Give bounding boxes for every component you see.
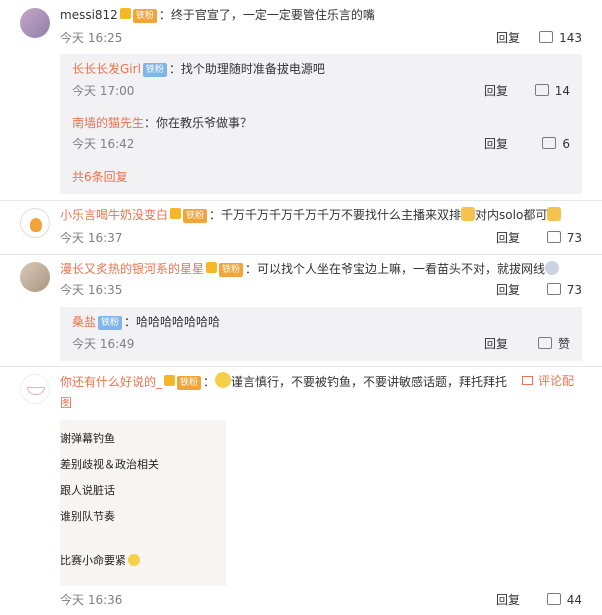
reply-list: 桑盐 铁粉 ：哈哈哈哈哈哈哈 今天 16:49 回复 赞 [60, 307, 582, 361]
like-button[interactable]: 14 [522, 81, 570, 101]
timestamp: 今天 16:42 [72, 137, 135, 151]
reply-button[interactable]: 回复 [496, 590, 520, 610]
like-count: 143 [559, 31, 582, 45]
comment-meta: 今天 16:35 回复 73 [60, 280, 582, 300]
reply-body: 南墙的猫先生：你在教乐爷做事？ [72, 114, 570, 132]
like-count: 73 [566, 283, 582, 297]
like-button[interactable]: 73 [534, 280, 582, 300]
comment-text: ：可以找个人坐在爷宝边上嘛，一看苗头不对，就拔网线 [245, 262, 546, 276]
comment-body: 你还有什么好说的_ 铁粉：谨言慎行，不要被钓鱼，不要讲敏感话题，拜托拜托 评论配 [60, 372, 574, 390]
timestamp: 今天 17:00 [72, 84, 135, 98]
comment-text: 谨言慎行，不要被钓鱼，不要讲敏感话题，拜托拜托 [231, 375, 508, 389]
image-text-line: 比赛小命要紧 [60, 552, 140, 568]
crown-icon [170, 208, 182, 219]
like-button[interactable]: 赞 [522, 334, 570, 354]
reply-list: 长长长发Girl 铁粉 ：找个助理随时准备拔电源吧 今天 17:00 回复 14 南… [60, 54, 582, 194]
username[interactable]: 小乐言喝牛奶没变白 [60, 208, 168, 222]
thumb-up-icon [546, 231, 561, 243]
reply-meta: 今天 16:49 回复 赞 [72, 334, 570, 354]
fan-badge: 铁粉 [219, 263, 244, 277]
comment-body: messi812 铁粉 ：终于官宣了，一定一定要管住乐言的嘴 [60, 6, 582, 24]
like-button[interactable]: 143 [534, 28, 582, 48]
attachment-link-continued[interactable]: 图 [60, 394, 582, 412]
reply-text: ：你在教乐爷做事？ [144, 116, 253, 130]
divider [0, 200, 602, 201]
like-button[interactable]: 73 [534, 228, 582, 248]
timestamp: 今天 16:49 [72, 337, 135, 351]
reply-meta: 今天 17:00 回复 14 [72, 81, 570, 101]
username[interactable]: 你还有什么好说的_ [60, 375, 162, 389]
timestamp: 今天 16:35 [60, 283, 123, 297]
reply-button[interactable]: 回复 [484, 334, 508, 354]
comment-text: ：终于官宣了，一定一定要管住乐言的嘴 [158, 8, 375, 22]
reply-meta: 今天 16:42 回复 6 [72, 134, 570, 154]
like-count: 赞 [557, 337, 570, 351]
thumb-up-icon [539, 31, 554, 43]
attachment-link[interactable]: 评论配 [521, 372, 574, 390]
username[interactable]: 桑盐 [72, 315, 96, 329]
thumb-up-icon [542, 137, 557, 149]
username[interactable]: 南墙的猫先生 [72, 116, 144, 130]
like-button[interactable]: 6 [522, 134, 570, 154]
thumb-up-icon [537, 337, 552, 349]
comment-text-2: 对内solo都可 [475, 208, 548, 222]
crown-icon [164, 375, 176, 386]
reply-button[interactable]: 回复 [496, 228, 520, 248]
reply-body: 桑盐 铁粉 ：哈哈哈哈哈哈哈 [72, 313, 570, 331]
comment-body: 小乐言喝牛奶没变白 铁粉 ：千万千万千万千万千万不要找什么主播来双排 对内solo都可 [60, 206, 582, 224]
like-count: 6 [562, 137, 570, 151]
comment-meta: 今天 16:25 回复 143 [60, 28, 582, 48]
fan-badge: 铁粉 [142, 63, 167, 77]
reply-button[interactable]: 回复 [496, 280, 520, 300]
attached-image[interactable]: 谢弹幕钓鱼 差别歧视＆政治相关 跟人说脏话 谁别队节奏 比赛小命要紧 [60, 420, 226, 586]
reply-button[interactable]: 回复 [496, 28, 520, 48]
image-text-line: 谢弹幕钓鱼 [60, 432, 115, 445]
reply-text: ：哈哈哈哈哈哈哈 [124, 315, 221, 329]
reply-text: ：找个助理随时准备拔电源吧 [168, 62, 325, 76]
like-count: 44 [566, 593, 582, 607]
reply-body: 长长长发Girl 铁粉 ：找个助理随时准备拔电源吧 [72, 60, 570, 78]
crown-icon [206, 262, 218, 273]
pray-emoji-icon [461, 207, 476, 221]
comment-text: ：千万千万千万千万千万不要找什么主播来双排 [209, 208, 462, 222]
crown-icon [119, 8, 131, 19]
like-count: 14 [554, 84, 570, 98]
fan-badge: 铁粉 [177, 376, 202, 390]
reply-button[interactable]: 回复 [484, 81, 508, 101]
timestamp: 今天 16:37 [60, 231, 123, 245]
avatar[interactable] [20, 208, 50, 238]
thumb-up-icon [546, 283, 561, 295]
fan-badge: 铁粉 [98, 316, 123, 330]
image-text-line: 差别歧视＆政治相关 [60, 458, 159, 471]
like-button[interactable]: 44 [534, 590, 582, 610]
image-icon [521, 376, 533, 385]
pray-emoji-icon [547, 207, 562, 221]
image-text-line: 谁别队节奏 [60, 510, 115, 523]
emoji-icon [545, 261, 560, 275]
more-replies-link[interactable]: 共6条回复 [72, 168, 128, 186]
timestamp: 今天 16:25 [60, 31, 123, 45]
comment-body: 漫长又炙热的银河系的星星 铁粉 ：可以找个人坐在爷宝边上嘛，一看苗头不对，就拔网线 [60, 260, 582, 278]
comment-meta: 今天 16:36 回复 44 [60, 590, 582, 610]
image-text-line: 跟人说脏话 [60, 484, 115, 497]
avatar[interactable] [20, 374, 50, 404]
avatar[interactable] [20, 262, 50, 292]
comment-meta: 今天 16:37 回复 73 [60, 228, 582, 248]
fan-badge: 铁粉 [132, 9, 157, 23]
reply-button[interactable]: 回复 [484, 134, 508, 154]
thumb-up-icon [534, 84, 549, 96]
smile-emoji-icon [128, 554, 140, 566]
fan-badge: 铁粉 [183, 209, 208, 223]
username[interactable]: messi812 [60, 8, 118, 22]
timestamp: 今天 16:36 [60, 593, 123, 607]
smile-emoji-icon [215, 372, 232, 388]
divider [0, 254, 602, 255]
username[interactable]: 漫长又炙热的银河系的星星 [60, 262, 204, 276]
like-count: 73 [566, 231, 582, 245]
username[interactable]: 长长长发Girl [72, 62, 141, 76]
divider [0, 366, 602, 367]
thumb-up-icon [546, 593, 561, 605]
avatar[interactable] [20, 8, 50, 38]
